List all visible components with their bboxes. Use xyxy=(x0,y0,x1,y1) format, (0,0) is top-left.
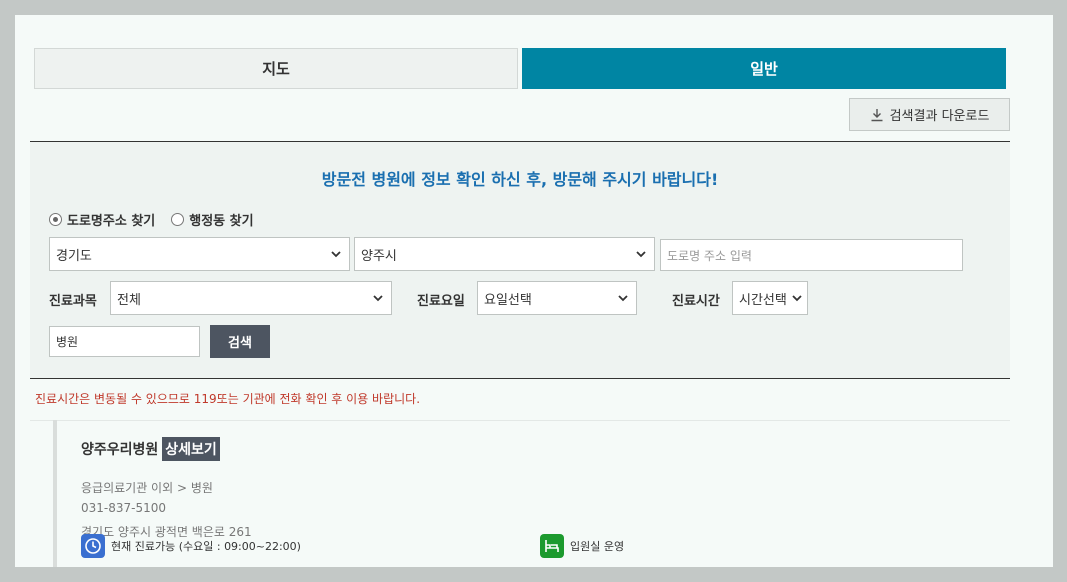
day-select[interactable]: 요일선택 xyxy=(477,281,637,315)
chevron-down-icon xyxy=(373,295,383,302)
download-results-button[interactable]: 검색결과 다운로드 xyxy=(849,98,1010,131)
result-item: 양주우리병원 상세보기 응급의료기관 이외 > 병원 031-837-5100 … xyxy=(53,420,1010,567)
day-label: 진료요일 xyxy=(417,294,465,309)
time-value: 시간선택 xyxy=(739,292,787,308)
road-address-placeholder: 도로명 주소 입력 xyxy=(667,248,752,263)
hours-text: 현재 진료가능 (수요일 : 09:00~22:00) xyxy=(111,540,301,553)
dept-select[interactable]: 전체 xyxy=(110,281,392,315)
city-value: 양주시 xyxy=(361,248,397,264)
radio-road-address[interactable]: 도로명주소 찾기 xyxy=(49,210,155,229)
hours-info: 현재 진료가능 (수요일 : 09:00~22:00) xyxy=(81,534,301,558)
time-select[interactable]: 시간선택 xyxy=(732,281,808,315)
radio-admin-dong[interactable]: 행정동 찾기 xyxy=(171,210,254,229)
clock-icon xyxy=(81,534,105,558)
chevron-down-icon xyxy=(331,251,341,258)
hospital-name: 양주우리병원 xyxy=(81,442,159,458)
detail-view-link[interactable]: 상세보기 xyxy=(162,437,220,461)
radio-checked-icon xyxy=(49,213,62,226)
tab-map[interactable]: 지도 xyxy=(34,48,518,89)
search-button[interactable]: 검색 xyxy=(210,325,270,358)
keyword-value: 병원 xyxy=(56,335,79,349)
radio-unchecked-icon xyxy=(171,213,185,226)
dept-value: 전체 xyxy=(117,292,141,308)
search-headline: 방문전 병원에 정보 확인 하신 후, 방문해 주시기 바랍니다! xyxy=(321,170,719,189)
tab-general[interactable]: 일반 xyxy=(522,48,1006,89)
download-label: 검색결과 다운로드 xyxy=(889,109,990,124)
hospital-phone: 031-837-5100 xyxy=(81,501,167,515)
chevron-down-icon xyxy=(636,251,646,258)
chevron-down-icon xyxy=(792,295,802,302)
result-title: 양주우리병원 상세보기 xyxy=(81,437,220,461)
address-type-radios: 도로명주소 찾기 행정동 찾기 xyxy=(49,210,254,229)
main-panel: 지도 일반 검색결과 다운로드 방문전 병원에 정보 확인 하신 후, 방문해 … xyxy=(15,15,1053,567)
chevron-down-icon xyxy=(618,295,628,302)
view-tabs: 지도 일반 xyxy=(34,48,1006,89)
road-address-input[interactable]: 도로명 주소 입력 xyxy=(660,239,963,271)
ward-info: 입원실 운영 xyxy=(540,534,624,558)
city-select[interactable]: 양주시 xyxy=(354,237,655,271)
download-icon xyxy=(871,108,883,121)
radio-road-label: 도로명주소 찾기 xyxy=(67,214,156,229)
keyword-input[interactable]: 병원 xyxy=(49,326,200,357)
radio-admin-label: 행정동 찾기 xyxy=(189,214,254,229)
dept-label: 진료과목 xyxy=(49,294,97,309)
province-select[interactable]: 경기도 xyxy=(49,237,350,271)
day-value: 요일선택 xyxy=(484,292,532,308)
search-form: 방문전 병원에 정보 확인 하신 후, 방문해 주시기 바랍니다! 도로명주소 … xyxy=(30,141,1010,379)
ward-text: 입원실 운영 xyxy=(570,540,625,553)
hospital-category: 응급의료기관 이외 > 병원 xyxy=(81,481,213,495)
bed-icon xyxy=(540,534,564,558)
notice-text: 진료시간은 변동될 수 있으므로 119또는 기관에 전화 확인 후 이용 바랍… xyxy=(35,392,421,406)
province-value: 경기도 xyxy=(56,248,92,264)
time-label: 진료시간 xyxy=(672,294,720,309)
